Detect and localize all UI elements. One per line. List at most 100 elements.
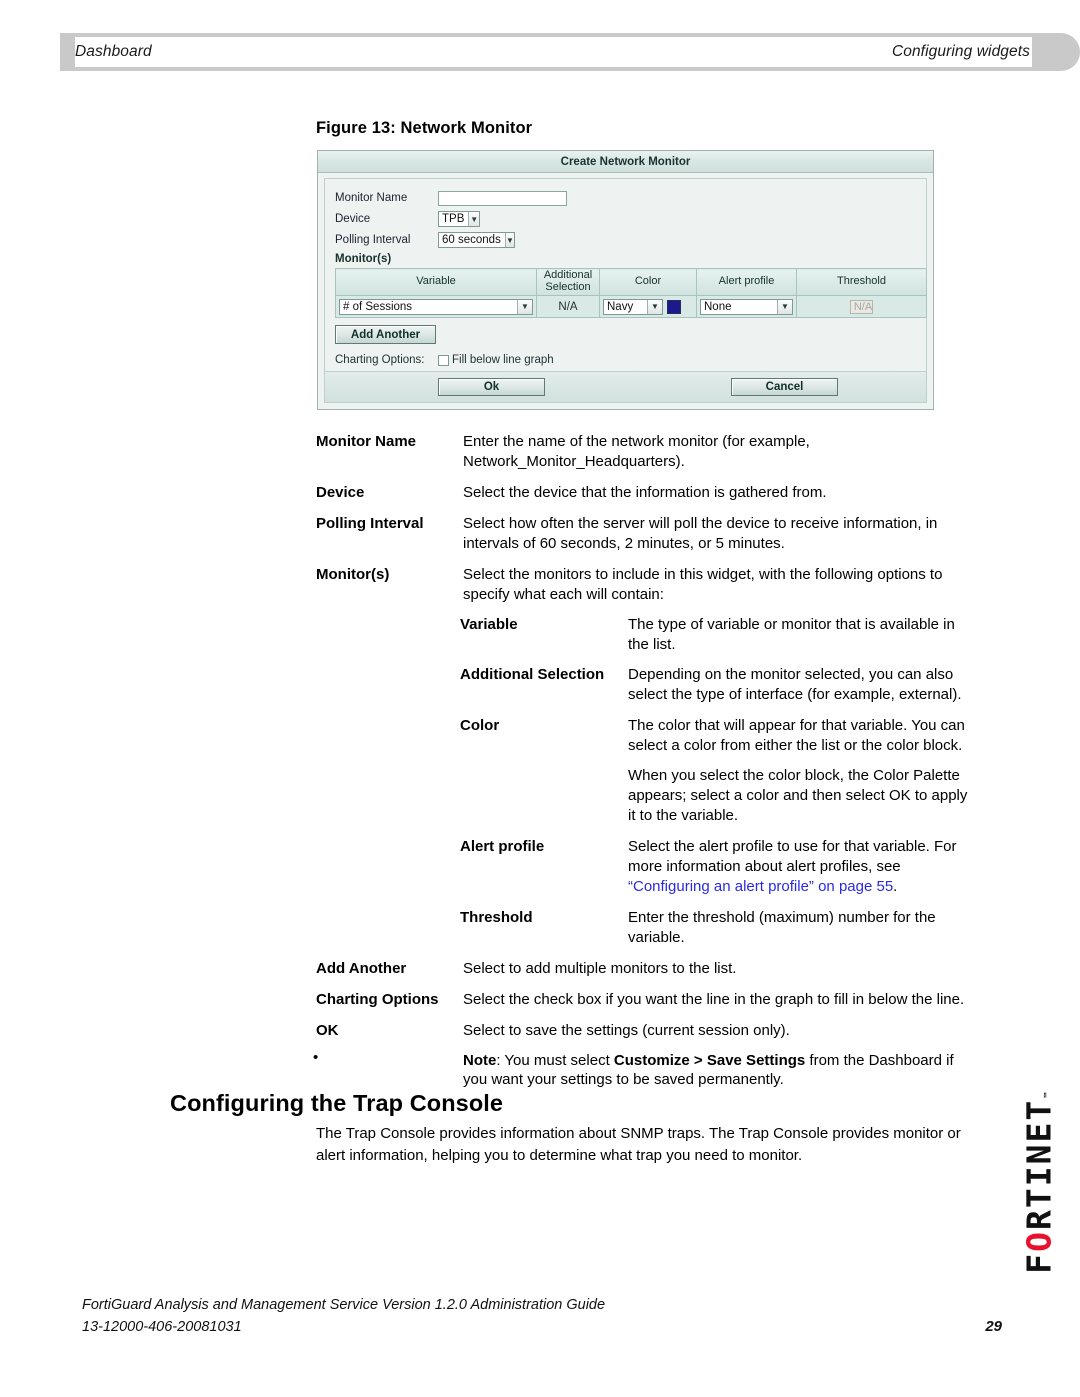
chevron-down-icon: ▼ bbox=[504, 233, 514, 247]
definition-term: Polling Interval bbox=[316, 514, 424, 532]
note-menu-path: Customize > Save Settings bbox=[613, 1051, 806, 1069]
polling-interval-label: Polling Interval bbox=[335, 234, 411, 246]
footer-bottom-line: 13-12000-406-20081031 29 bbox=[82, 1318, 1002, 1335]
fortinet-logo: F O RTINET ™ bbox=[1016, 1075, 1062, 1290]
polling-interval-row: Polling Interval 60 seconds ▼ bbox=[335, 230, 916, 250]
definition-term: Device bbox=[316, 483, 365, 501]
column-header-threshold: Threshold bbox=[796, 268, 927, 296]
chevron-down-icon: ▼ bbox=[647, 299, 662, 314]
ok-description-paragraph: Select to save the settings (current ses… bbox=[463, 1021, 790, 1039]
page-footer: FortiGuard Analysis and Management Servi… bbox=[82, 1297, 1002, 1335]
chevron-down-icon: ▼ bbox=[517, 299, 532, 314]
definition-description: Select the check box if you want the lin… bbox=[463, 990, 965, 1008]
definition-description: Enter the name of the network monitor (f… bbox=[463, 433, 810, 470]
section-body-text: The Trap Console provides information ab… bbox=[316, 1125, 961, 1165]
cross-reference-link[interactable]: “Configuring an alert profile” on page 5… bbox=[628, 878, 893, 895]
color-description-paragraph-2: When you select the color block, the Col… bbox=[628, 767, 968, 825]
trademark-icon: ™ bbox=[1043, 1091, 1054, 1098]
device-label: Device bbox=[335, 213, 371, 225]
charting-options-row: Charting Options: Fill below line graph bbox=[335, 354, 916, 366]
definition-description: The type of variable or monitor that is … bbox=[628, 615, 955, 653]
column-header-color: Color bbox=[599, 268, 697, 296]
dialog-body: Monitor Name Device TPB ▼ Polling Interv… bbox=[324, 178, 927, 371]
footer-document-id: 13-12000-406-20081031 bbox=[82, 1319, 242, 1335]
monitors-section-label: Monitor(s) bbox=[335, 253, 392, 265]
alert-profile-select[interactable]: None ▼ bbox=[700, 298, 793, 315]
definition-term: Add Another bbox=[316, 959, 407, 977]
alert-profile-desc-post: . bbox=[893, 877, 898, 895]
logo-letter-o-red: O bbox=[1019, 1229, 1059, 1252]
note-label: Note bbox=[463, 1051, 497, 1069]
color-description-paragraph-1: The color that will appear for that vari… bbox=[628, 717, 965, 755]
definition-term: OK bbox=[316, 1021, 339, 1039]
definition-description: Select how often the server will poll th… bbox=[463, 514, 938, 552]
variable-select[interactable]: # of Sessions ▼ bbox=[339, 298, 533, 315]
definition-description: Select to save the settings (current ses… bbox=[463, 1021, 968, 1091]
monitors-table: Variable Additional Selection Color Aler… bbox=[335, 268, 927, 318]
definition-charting-options: Charting Options Select the check box if… bbox=[316, 990, 968, 1010]
ok-note-paragraph: Note: You must select Customize > Save S… bbox=[463, 1051, 968, 1091]
device-select-value: TPB bbox=[442, 213, 465, 225]
page-title: Configuring the Trap Console bbox=[170, 1090, 504, 1116]
page-running-header: Dashboard Configuring widgets bbox=[60, 33, 1080, 71]
cancel-button[interactable]: Cancel bbox=[731, 378, 838, 396]
variable-select-value: # of Sessions bbox=[343, 300, 413, 313]
color-select-value: Navy bbox=[607, 300, 634, 313]
color-select[interactable]: Navy ▼ bbox=[603, 298, 663, 315]
footer-page-number: 29 bbox=[985, 1318, 1002, 1335]
dialog-title: Create Network Monitor bbox=[318, 151, 933, 173]
cell-color: Navy ▼ bbox=[599, 295, 697, 318]
header-inner: Dashboard Configuring widgets bbox=[75, 37, 1032, 67]
definition-term: Monitor(s) bbox=[316, 565, 390, 583]
ok-button[interactable]: Ok bbox=[438, 378, 545, 396]
definition-threshold: Threshold Enter the threshold (maximum) … bbox=[460, 908, 968, 948]
definition-term: Charting Options bbox=[316, 990, 439, 1008]
definition-description: Depending on the monitor selected, you c… bbox=[628, 666, 962, 704]
column-header-additional-selection: Additional Selection bbox=[536, 268, 600, 296]
column-header-variable: Variable bbox=[335, 268, 537, 296]
threshold-input[interactable]: N/A bbox=[849, 299, 874, 314]
monitor-name-input[interactable] bbox=[438, 190, 567, 206]
column-header-alert-profile: Alert profile bbox=[696, 268, 797, 296]
definition-description: Enter the threshold (maximum) number for… bbox=[628, 908, 936, 946]
field-descriptions-list: Monitor Name Enter the name of the netwo… bbox=[316, 432, 968, 1101]
create-network-monitor-dialog: Create Network Monitor Monitor Name Devi… bbox=[317, 150, 934, 410]
device-select[interactable]: TPB ▼ bbox=[438, 211, 480, 227]
cell-alert-profile: None ▼ bbox=[696, 295, 797, 318]
definition-term: Color bbox=[460, 717, 500, 735]
logo-letters-rest: RTINET bbox=[1019, 1098, 1059, 1230]
polling-interval-select[interactable]: 60 seconds ▼ bbox=[438, 232, 515, 248]
definition-description: Select the device that the information i… bbox=[463, 483, 827, 501]
dialog-footer: Ok Cancel bbox=[324, 371, 927, 403]
figure-caption: Figure 13: Network Monitor bbox=[316, 119, 533, 137]
definition-color: Color The color that will appear for tha… bbox=[460, 716, 968, 826]
cell-threshold: N/A bbox=[796, 295, 927, 318]
fill-below-line-graph-checkbox[interactable] bbox=[438, 354, 449, 366]
color-swatch-button[interactable] bbox=[667, 299, 681, 314]
definition-term: Variable bbox=[460, 615, 518, 633]
polling-interval-value: 60 seconds bbox=[442, 234, 501, 246]
logo-letter-f: F bbox=[1019, 1251, 1059, 1274]
monitor-name-row: Monitor Name bbox=[335, 188, 916, 208]
definition-ok: OK Select to save the settings (current … bbox=[316, 1021, 968, 1091]
charting-options-label: Charting Options: bbox=[335, 354, 425, 366]
list-bullet-marker: • bbox=[313, 1049, 319, 1066]
cell-additional-selection: N/A bbox=[536, 295, 600, 318]
note-pre: : You must select bbox=[496, 1051, 614, 1069]
color-cell-content: Navy ▼ bbox=[603, 298, 693, 315]
definition-description: Select the monitors to include in this w… bbox=[463, 565, 943, 603]
definition-description: Select the alert profile to use for that… bbox=[628, 837, 968, 897]
definition-add-another: Add Another Select to add multiple monit… bbox=[316, 959, 968, 979]
add-another-button[interactable]: Add Another bbox=[335, 325, 436, 344]
alert-profile-value: None bbox=[704, 300, 732, 313]
definition-term: Additional Selection bbox=[460, 666, 605, 684]
device-row: Device TPB ▼ bbox=[335, 209, 916, 229]
header-section-title: Configuring widgets bbox=[891, 43, 1030, 60]
definition-monitor-name: Monitor Name Enter the name of the netwo… bbox=[316, 432, 968, 472]
fortinet-logo-wordmark: F O RTINET ™ bbox=[1020, 1092, 1059, 1273]
monitors-table-header-row: Variable Additional Selection Color Aler… bbox=[335, 268, 927, 296]
alert-profile-desc-pre: Select the alert profile to use for that… bbox=[628, 838, 957, 875]
definition-term: Monitor Name bbox=[316, 433, 417, 450]
table-row: # of Sessions ▼ N/A Navy ▼ None ▼ N/A bbox=[335, 295, 927, 318]
monitor-sub-options: Variable The type of variable or monitor… bbox=[460, 615, 968, 948]
